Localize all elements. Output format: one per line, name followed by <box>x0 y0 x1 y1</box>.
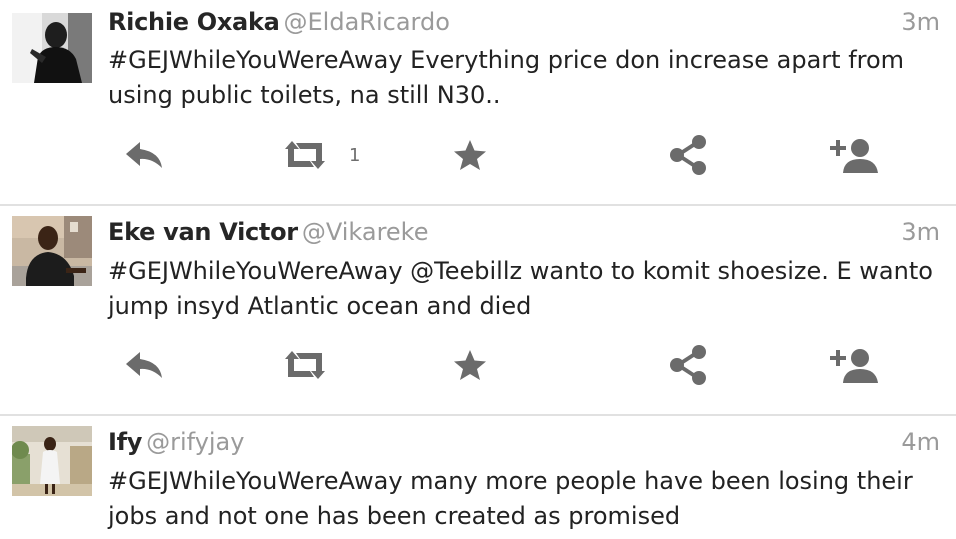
follow-button[interactable] <box>830 130 880 180</box>
tweet-feed: Richie Oxaka @EldaRicardo 3m #GEJWhileYou… <box>0 0 956 539</box>
display-name[interactable]: Richie Oxaka <box>108 8 280 36</box>
avatar[interactable] <box>12 216 92 286</box>
avatar[interactable] <box>12 13 92 83</box>
follow-icon <box>830 349 878 383</box>
tweet-item[interactable]: Ify @rifyjay 4m #GEJWhileYouWereAway many… <box>0 416 956 539</box>
tweet-header: Eke van Victor @Vikareke 3m <box>108 218 940 254</box>
timestamp: 4m <box>901 428 940 456</box>
reply-button[interactable] <box>124 130 164 180</box>
timestamp: 3m <box>901 8 940 36</box>
user-handle[interactable]: @EldaRicardo <box>284 8 450 36</box>
favorite-button[interactable] <box>453 340 487 390</box>
tweet-item[interactable]: Eke van Victor @Vikareke 3m #GEJWhileYouW… <box>0 206 956 415</box>
retweet-icon <box>285 141 325 169</box>
favorite-button[interactable] <box>453 130 487 180</box>
tweet-text: #GEJWhileYouWereAway Everything price do… <box>108 46 905 109</box>
share-icon <box>670 135 706 175</box>
tweet-actions: 1 <box>0 130 956 180</box>
star-icon <box>454 140 486 170</box>
retweet-count: 1 <box>349 144 361 166</box>
star-icon <box>454 350 486 380</box>
user-handle[interactable]: @rifyjay <box>146 428 244 456</box>
display-name[interactable]: Ify <box>108 428 142 456</box>
share-icon <box>670 345 706 385</box>
timestamp: 3m <box>901 218 940 246</box>
share-button[interactable] <box>668 340 710 390</box>
retweet-button[interactable] <box>283 340 349 390</box>
follow-icon <box>830 139 878 173</box>
avatar[interactable] <box>12 426 92 496</box>
retweet-icon <box>285 351 325 379</box>
tweet-text: #GEJWhileYouWereAway @Teebillz wanto to … <box>108 257 933 320</box>
tweet-text: #GEJWhileYouWereAway many more people ha… <box>108 467 913 530</box>
tweet-header: Ify @rifyjay 4m <box>108 428 940 464</box>
reply-button[interactable] <box>124 340 164 390</box>
tweet-item[interactable]: Richie Oxaka @EldaRicardo 3m #GEJWhileYou… <box>0 0 956 204</box>
user-handle[interactable]: @Vikareke <box>302 218 429 246</box>
tweet-header: Richie Oxaka @EldaRicardo 3m <box>108 8 940 44</box>
retweet-button[interactable]: 1 <box>283 130 360 180</box>
reply-icon <box>126 142 162 168</box>
reply-icon <box>126 352 162 378</box>
follow-button[interactable] <box>830 340 880 390</box>
display-name[interactable]: Eke van Victor <box>108 218 298 246</box>
tweet-actions <box>0 340 956 390</box>
share-button[interactable] <box>668 130 710 180</box>
